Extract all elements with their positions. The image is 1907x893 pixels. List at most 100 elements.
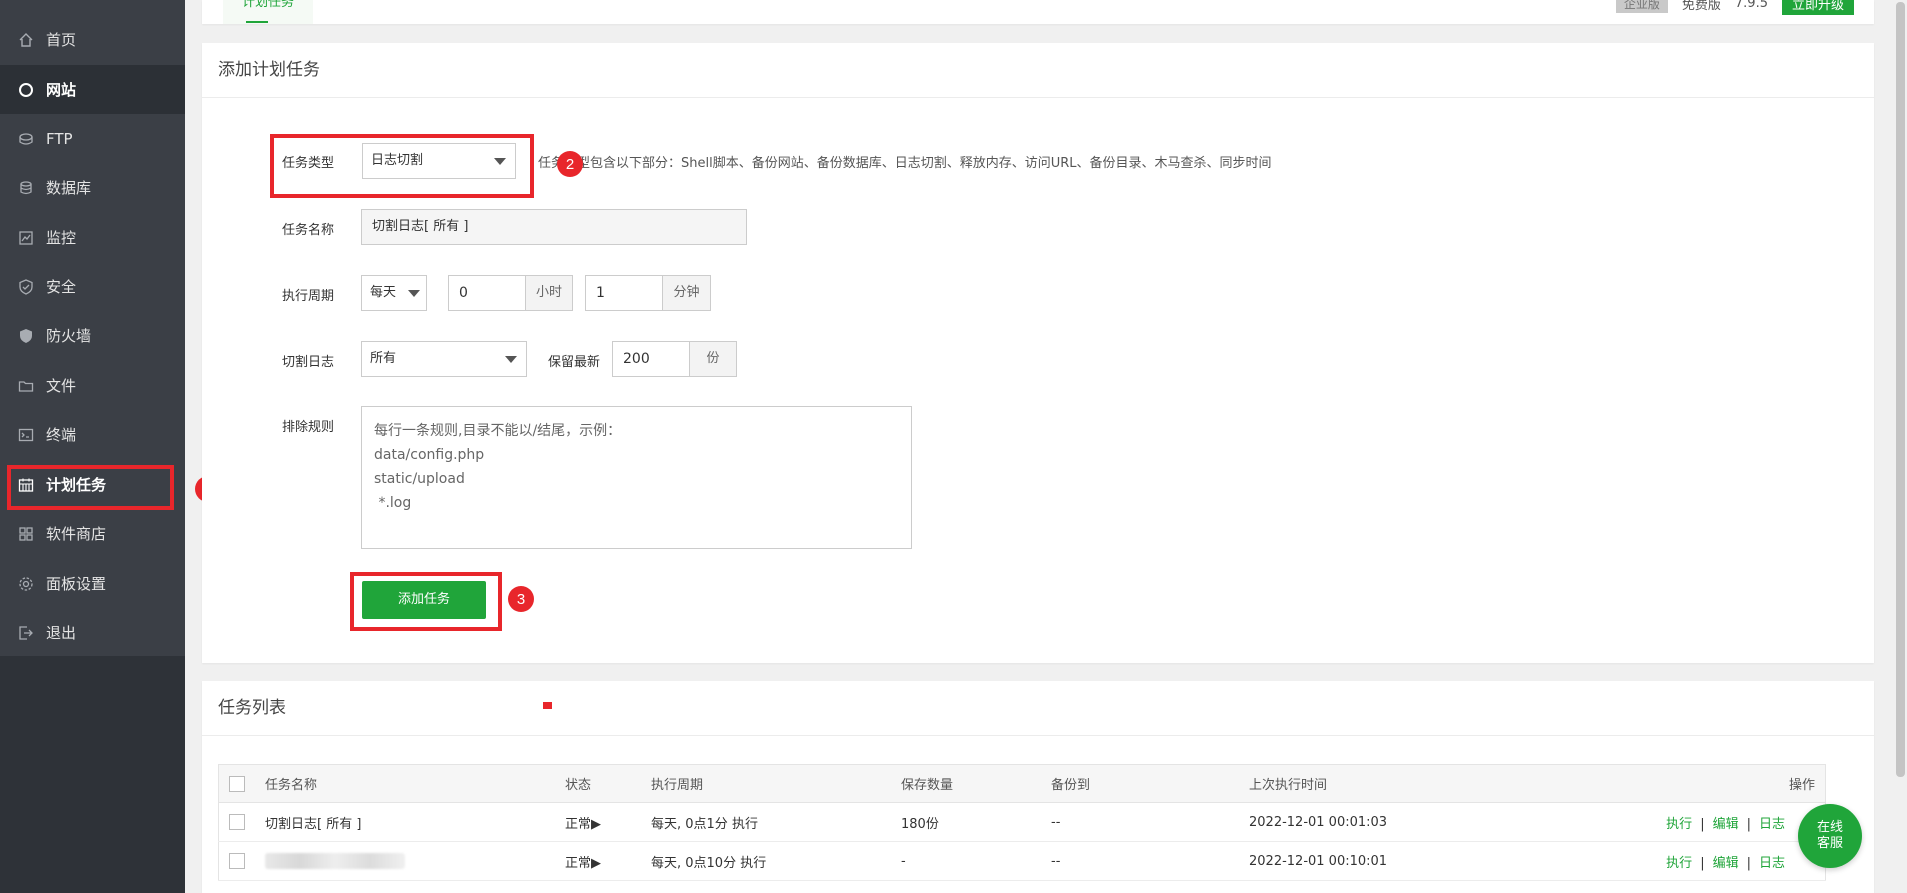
sidebar-item-database[interactable]: 数据库 <box>0 163 185 212</box>
task-list-title: 任务列表 <box>202 681 1874 736</box>
keep-latest-label: 保留最新 <box>548 355 601 370</box>
ftp-icon <box>18 131 34 147</box>
cut-log-value: 所有 <box>370 351 397 366</box>
status-badge[interactable]: 正常▶ <box>555 802 641 842</box>
period-select[interactable]: 每天 <box>361 275 427 311</box>
grid-icon <box>18 526 34 542</box>
add-task-button[interactable]: 添加任务 <box>362 581 486 619</box>
col-task-name: 任务名称 <box>255 764 555 803</box>
period-value: 每天 <box>370 285 397 300</box>
database-icon <box>18 180 34 196</box>
monitor-icon <box>18 230 34 246</box>
add-task-title: 添加计划任务 <box>202 43 1874 98</box>
red-marker <box>543 702 552 709</box>
status-badge[interactable]: 正常▶ <box>555 841 641 881</box>
sidebar-item-ftp[interactable]: FTP <box>0 114 185 163</box>
task-type-label: 任务类型 <box>282 156 335 171</box>
sidebar-item-label: FTP <box>46 129 73 148</box>
shield-icon <box>18 278 34 295</box>
task-name-cell: 切割日志[ 所有 ] <box>255 802 555 842</box>
row-checkbox[interactable] <box>229 814 245 830</box>
keep-count-input[interactable]: 200 <box>612 341 690 377</box>
sidebar-item-label: 退出 <box>46 624 77 642</box>
sidebar: 首页 网站 FTP 数据库 监控 安全 防火墙 文件 终端 计划任务 软件商店 <box>0 0 185 893</box>
task-type-value: 日志切割 <box>371 153 424 168</box>
task-type-select[interactable]: 日志切割 <box>362 143 516 179</box>
actions-cell: 执行 | 编辑 | 日志 <box>1639 841 1826 881</box>
sidebar-item-label: 软件商店 <box>46 525 107 543</box>
version-info: 企业版 免费版 7.9.5 立即升级 <box>1615 0 1854 15</box>
hour-unit: 小时 <box>526 275 573 311</box>
free-edition-label: 免费版 <box>1681 0 1721 13</box>
table-row: 正常▶ 每天, 0点10分 执行 - -- 2022-12-01 00:10:0… <box>218 841 1826 881</box>
sidebar-item-home[interactable]: 首页 <box>0 15 185 64</box>
blurred-task-name <box>265 853 405 869</box>
task-name-label: 任务名称 <box>282 223 335 238</box>
chevron-down-icon <box>505 356 517 363</box>
enterprise-badge[interactable]: 企业版 <box>1615 0 1668 13</box>
exclude-rules-label: 排除规则 <box>282 420 335 435</box>
col-status: 状态 <box>555 764 641 803</box>
sidebar-item-security[interactable]: 安全 <box>0 262 185 311</box>
top-bar: 计划任务 企业版 免费版 7.9.5 立即升级 <box>202 0 1874 24</box>
annotation-badge-2: 2 <box>557 151 583 177</box>
sidebar-item-cron[interactable]: 计划任务 <box>0 460 185 509</box>
sidebar-item-website[interactable]: 网站 <box>0 65 185 114</box>
online-support-button[interactable]: 在线客服 <box>1798 804 1862 868</box>
select-all-checkbox[interactable] <box>229 775 245 792</box>
sidebar-item-store[interactable]: 软件商店 <box>0 509 185 558</box>
log-link[interactable]: 日志 <box>1759 817 1785 832</box>
sidebar-item-label: 终端 <box>46 426 77 444</box>
folder-icon <box>18 378 34 394</box>
keep-cell: 180份 <box>891 802 1041 842</box>
edit-link[interactable]: 编辑 <box>1713 817 1739 832</box>
chevron-down-icon <box>408 290 420 297</box>
keep-unit: 份 <box>690 341 737 377</box>
calendar-icon <box>18 477 34 493</box>
period-cell: 每天, 0点1分 执行 <box>641 802 891 842</box>
exclude-rules-textarea[interactable]: 每行一条规则,目录不能以/结尾，示例： data/config.php stat… <box>361 406 912 549</box>
sidebar-item-settings[interactable]: 面板设置 <box>0 559 185 608</box>
table-header-row: 任务名称 状态 执行周期 保存数量 备份到 上次执行时间 操作 <box>218 764 1826 803</box>
col-keep: 保存数量 <box>891 764 1041 803</box>
scrollbar-thumb[interactable] <box>1896 2 1905 777</box>
sidebar-item-label: 首页 <box>46 31 77 49</box>
minute-input[interactable]: 1 <box>585 275 663 311</box>
sidebar-item-label: 数据库 <box>46 179 92 197</box>
page-scrollbar[interactable] <box>1893 0 1907 893</box>
run-link[interactable]: 执行 <box>1666 817 1692 832</box>
tab-underline <box>246 21 268 23</box>
col-period: 执行周期 <box>641 764 891 803</box>
row-checkbox[interactable] <box>229 853 245 869</box>
tab-cron[interactable]: 计划任务 <box>223 0 313 24</box>
edit-link[interactable]: 编辑 <box>1713 856 1739 871</box>
sidebar-item-label: 计划任务 <box>46 476 107 494</box>
cut-log-label: 切割日志 <box>282 355 335 370</box>
gear-icon <box>18 576 34 592</box>
sidebar-item-monitor[interactable]: 监控 <box>0 213 185 262</box>
annotation-badge-3: 3 <box>508 586 534 612</box>
last-run-cell: 2022-12-01 00:01:03 <box>1239 802 1639 842</box>
globe-icon <box>18 82 34 98</box>
sidebar-item-label: 防火墙 <box>46 327 92 345</box>
hour-input[interactable]: 0 <box>448 275 526 311</box>
sidebar-item-logout[interactable]: 退出 <box>0 608 185 657</box>
cut-log-select[interactable]: 所有 <box>361 341 527 377</box>
terminal-icon <box>18 427 34 443</box>
log-link[interactable]: 日志 <box>1759 856 1785 871</box>
upgrade-button[interactable]: 立即升级 <box>1781 0 1854 15</box>
col-actions: 操作 <box>1639 764 1826 803</box>
task-name-cell <box>255 841 555 881</box>
sidebar-item-label: 安全 <box>46 278 77 296</box>
task-name-input[interactable]: 切割日志[ 所有 ] <box>361 209 747 245</box>
online-support-label: 在线客服 <box>1816 820 1843 851</box>
run-link[interactable]: 执行 <box>1666 856 1692 871</box>
version-number: 7.9.5 <box>1734 0 1768 11</box>
sidebar-item-terminal[interactable]: 终端 <box>0 410 185 459</box>
task-table: 任务名称 状态 执行周期 保存数量 备份到 上次执行时间 操作 切割日志[ 所有… <box>218 764 1826 881</box>
sidebar-item-label: 面板设置 <box>46 575 107 593</box>
sidebar-item-label: 文件 <box>46 377 77 395</box>
sidebar-item-firewall[interactable]: 防火墙 <box>0 311 185 360</box>
logout-icon <box>18 625 34 641</box>
sidebar-item-files[interactable]: 文件 <box>0 361 185 410</box>
